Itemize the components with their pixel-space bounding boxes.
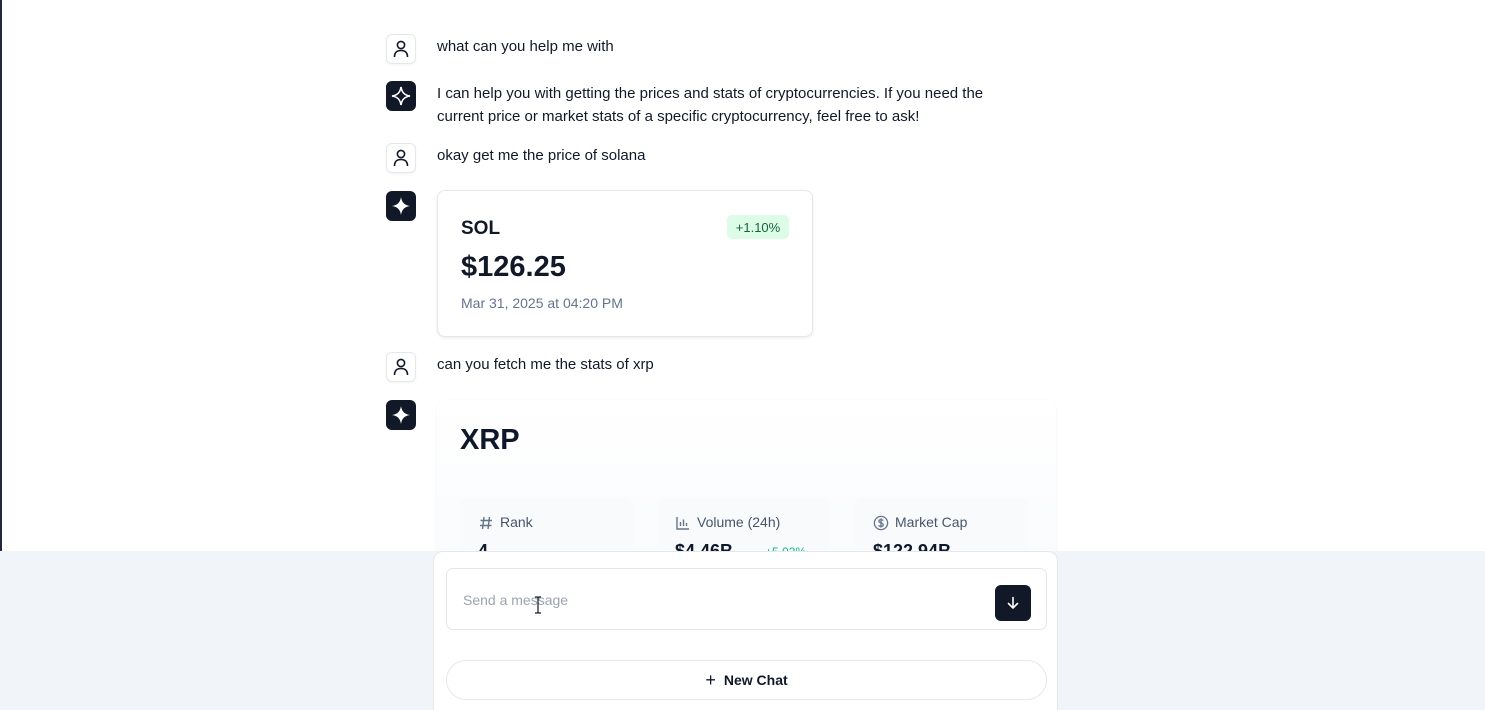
arrow-down-icon [1007,596,1019,609]
send-button[interactable] [995,585,1031,621]
price-change-badge: +1.10% [727,215,789,239]
assistant-message-text: I can help you with getting the prices a… [437,82,1037,128]
new-chat-label: New Chat [723,672,788,688]
stat-label: Volume (24h) [697,514,781,530]
user-avatar [386,34,416,64]
price-card-timestamp: Mar 31, 2025 at 04:20 PM [461,295,623,311]
dollar-circle-icon [873,515,889,531]
user-message-text: what can you help me with [437,38,614,55]
stat-label: Market Cap [895,514,968,530]
assistant-message-line: I can help you with getting the prices a… [437,85,984,102]
plus-icon: + [705,670,716,690]
new-chat-button[interactable]: + New Chat [446,660,1047,700]
user-avatar [386,352,416,382]
composer-panel: + New Chat [433,551,1058,710]
price-card-price: $126.25 [461,251,566,283]
user-icon [393,40,409,58]
hash-icon [480,516,492,530]
price-card: SOL +1.10% $126.25 Mar 31, 2025 at 04:20… [437,190,813,337]
assistant-message-line: current price or market stats of a speci… [437,108,920,125]
stats-card-title: XRP [460,424,520,456]
user-icon [393,149,409,167]
user-message-text: okay get me the price of solana [437,147,646,164]
bar-chart-icon [676,517,689,530]
user-icon [393,358,409,376]
sparkle-icon [392,406,410,424]
text-cursor-icon [535,596,541,614]
assistant-avatar [386,400,416,430]
user-message-text: can you fetch me the stats of xrp [437,356,654,373]
price-card-symbol: SOL [461,218,501,239]
assistant-avatar [386,81,416,111]
stat-label: Rank [500,514,533,530]
sparkle-icon [392,197,410,215]
assistant-avatar [386,191,416,221]
sparkle-icon [391,86,411,106]
user-avatar [386,143,416,173]
